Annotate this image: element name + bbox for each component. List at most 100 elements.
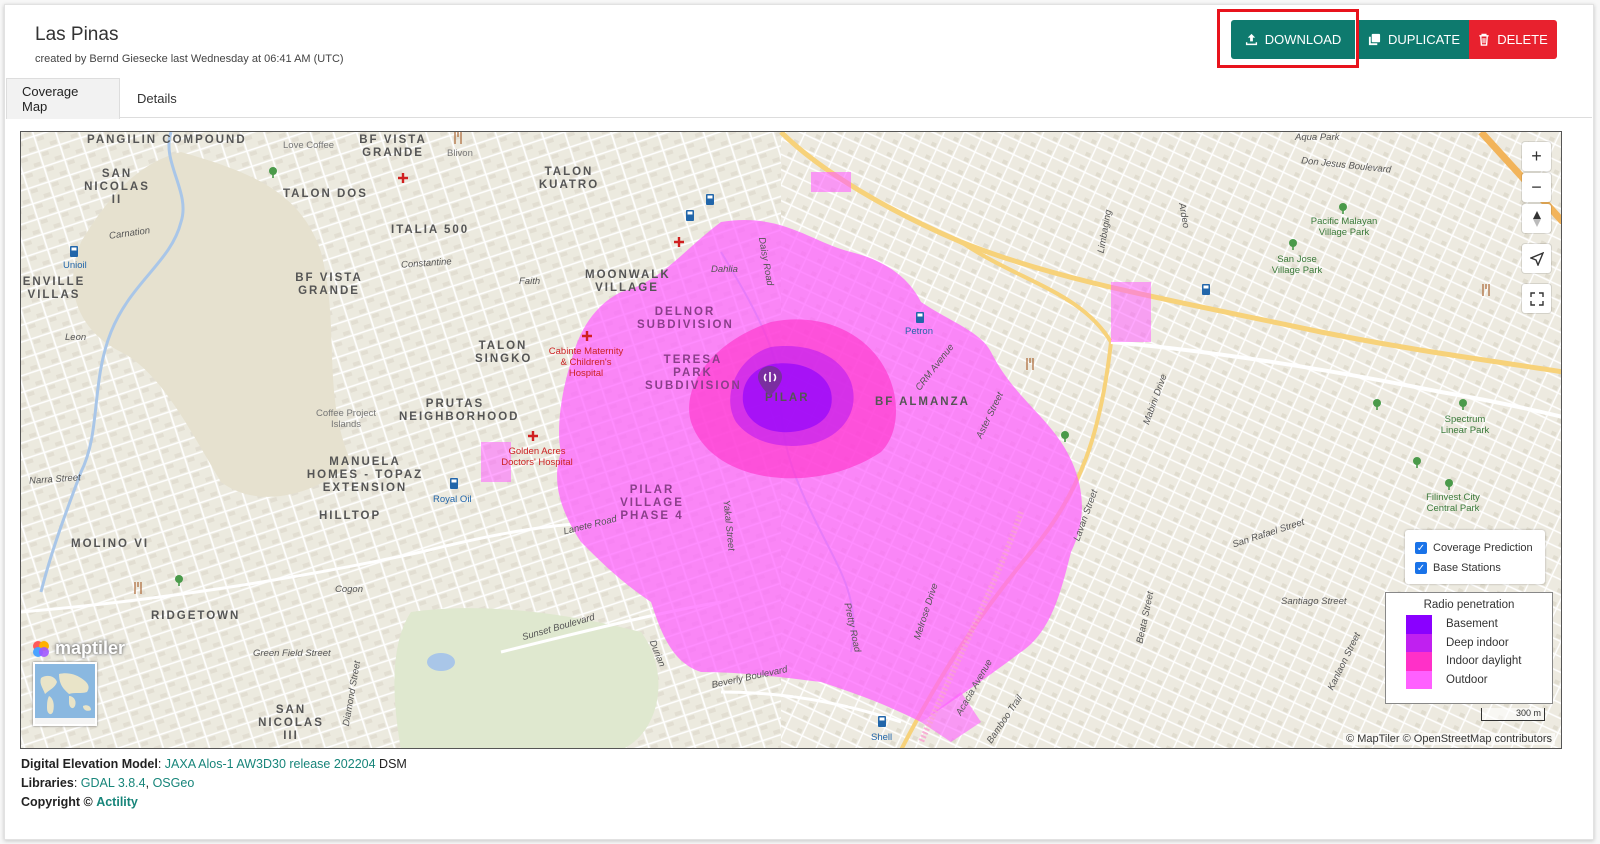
maptiler-logo[interactable]: maptiler <box>31 638 125 659</box>
place-label: DELNOR SUBDIVISION <box>637 306 734 331</box>
page-title: Las Pinas <box>35 24 119 45</box>
legend-label: Indoor daylight <box>1446 655 1522 668</box>
place-label: BF VISTA GRANDE <box>295 272 363 297</box>
hospital-icon <box>674 237 684 247</box>
copyright-label: Copyright © <box>21 795 93 809</box>
duplicate-button[interactable]: DUPLICATE <box>1359 20 1469 59</box>
road-label: Green Field Street <box>253 648 331 659</box>
upload-icon <box>1245 33 1257 46</box>
libraries-label: Libraries <box>21 776 74 790</box>
park-icon <box>1413 457 1421 468</box>
duplicate-label: DUPLICATE <box>1388 32 1460 47</box>
place-label: TERESA PARK SUBDIVISION <box>645 354 742 392</box>
delete-button[interactable]: DELETE <box>1469 20 1557 59</box>
copy-icon <box>1368 33 1381 46</box>
restaurant-icon <box>1482 284 1490 296</box>
place-label: PRUTAS NEIGHBORHOOD <box>399 398 520 423</box>
place-label: SAN NICOLAS II <box>84 168 150 206</box>
legend-swatch <box>1406 615 1432 634</box>
place-label: TALON KUATRO <box>538 166 600 191</box>
fuel-icon <box>686 210 694 221</box>
tab-details[interactable]: Details <box>122 78 192 119</box>
legend-label: Deep indoor <box>1446 636 1509 649</box>
legend-item: Basement <box>1386 615 1552 634</box>
place-label: MOLINO VI <box>71 538 150 550</box>
coverage-prediction-toggle[interactable]: ✓ Coverage Prediction <box>1415 538 1535 558</box>
fuel-icon <box>1202 284 1210 295</box>
park-icon <box>1339 203 1347 214</box>
actility-link[interactable]: Actility <box>96 795 138 809</box>
park-icon <box>1061 431 1069 442</box>
minimap[interactable] <box>33 662 97 726</box>
place-label: HILLTOP <box>319 510 382 522</box>
compass-button[interactable] <box>1522 204 1551 233</box>
restaurant-icon <box>454 132 462 144</box>
legend-item: Deep indoor <box>1386 633 1552 652</box>
poi-label: Filinvest City Central Park <box>1426 492 1480 514</box>
zoom-in-button[interactable]: + <box>1522 142 1551 171</box>
restaurant-icon <box>134 582 142 594</box>
radio-penetration-legend: Radio penetration Basement Deep indoor I… <box>1385 592 1553 704</box>
map-attribution[interactable]: © MapTiler © OpenStreetMap contributors <box>1343 733 1555 745</box>
hospital-icon <box>528 431 538 441</box>
fuel-icon <box>706 194 714 205</box>
poi-label: Shell <box>871 732 893 743</box>
place-label: BF VISTA GRANDE <box>359 134 427 159</box>
maptiler-logo-icon <box>33 640 49 657</box>
compass-icon <box>1532 210 1541 227</box>
footer-dem: Digital Elevation Model: JAXA Alos-1 AW3… <box>21 757 407 771</box>
dem-label: Digital Elevation Model <box>21 757 158 771</box>
download-button[interactable]: DOWNLOAD <box>1231 20 1355 59</box>
park-icon <box>175 575 183 586</box>
poi-label: Coffee Project Islands <box>315 408 377 430</box>
base-station-marker-icon[interactable] <box>756 364 784 398</box>
zoom-out-button[interactable]: − <box>1522 173 1551 202</box>
legend-swatch <box>1406 633 1432 652</box>
poi-label: Blivon <box>447 148 473 159</box>
legend-swatch <box>1406 652 1432 671</box>
fuel-icon <box>70 246 78 257</box>
dem-suffix: DSM <box>379 757 407 771</box>
hospital-icon <box>398 173 408 183</box>
maptiler-logo-text: maptiler <box>55 638 126 658</box>
colon-separator: : <box>73 776 81 790</box>
legend-swatch <box>1406 670 1432 689</box>
poi-label: Love Coffee <box>283 140 335 151</box>
park-icon <box>1459 399 1467 410</box>
coverage-prediction-label: Coverage Prediction <box>1433 542 1533 554</box>
place-label: TALON DOS <box>283 188 368 200</box>
base-stations-toggle[interactable]: ✓ Base Stations <box>1415 558 1535 578</box>
poi-label: Petron <box>905 326 933 337</box>
poi-label: Spectrum Linear Park <box>1440 414 1490 436</box>
legend-title: Radio penetration <box>1423 599 1515 611</box>
road-label: Santiago Street <box>1281 596 1347 607</box>
legend-label: Outdoor <box>1446 673 1488 686</box>
poi-label: Golden Acres Doctors' Hospital <box>501 446 573 468</box>
osgeo-link[interactable]: OSGeo <box>153 776 195 790</box>
road-label: Aqua Park <box>1295 132 1340 143</box>
page-frame: Las Pinas created by Bernd Giesecke last… <box>4 4 1594 840</box>
legend-item: Outdoor <box>1386 670 1552 689</box>
navigation-arrow-icon <box>1529 251 1544 266</box>
poi-label: Pacific Malayan Village Park <box>1310 216 1378 238</box>
page-subtitle: created by Bernd Giesecke last Wednesday… <box>35 53 344 65</box>
park-icon <box>1445 479 1453 490</box>
place-label: MOONWALK VILLAGE <box>585 269 671 294</box>
road-label: Faith <box>519 276 541 287</box>
place-label: MANUELA HOMES - TOPAZ EXTENSION <box>306 456 424 494</box>
fullscreen-button[interactable] <box>1522 284 1551 313</box>
place-label: RIDGETOWN <box>151 610 241 622</box>
footer-copyright: Copyright © Actility <box>21 795 138 809</box>
place-label: ENVILLE VILLAS <box>22 276 86 301</box>
map-scale: 300 m <box>1481 708 1545 721</box>
gdal-link[interactable]: GDAL 3.8.4 <box>81 776 146 790</box>
road-label: Leon <box>65 332 87 343</box>
base-stations-label: Base Stations <box>1433 562 1501 574</box>
tab-coverage-map[interactable]: Coverage Map <box>6 78 120 119</box>
coverage-map[interactable]: PANGILIN COMPOUND SAN NICOLAS II TALON D… <box>20 131 1562 749</box>
fuel-icon <box>450 478 458 489</box>
geolocate-button[interactable] <box>1522 244 1551 273</box>
delete-label: DELETE <box>1497 32 1548 47</box>
dem-link[interactable]: JAXA Alos-1 AW3D30 release 202204 <box>165 757 376 771</box>
colon-separator: : <box>157 757 165 771</box>
